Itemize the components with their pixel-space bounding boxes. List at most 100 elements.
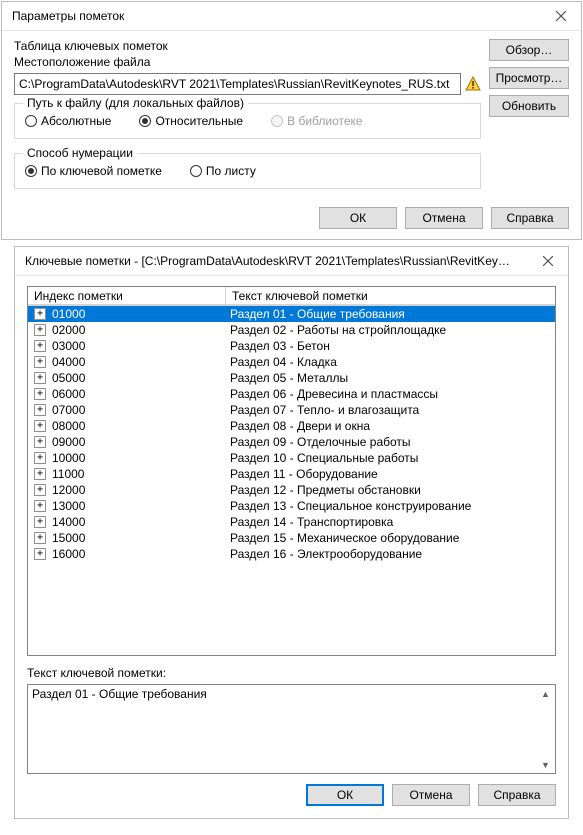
expand-icon[interactable]: + xyxy=(34,420,46,432)
keynote-code: 04000 xyxy=(50,355,85,369)
table-row[interactable]: +10000 Раздел 10 - Специальные работы xyxy=(28,450,555,466)
table-row[interactable]: +06000 Раздел 06 - Древесина и пластмассы xyxy=(28,386,555,402)
keynote-code: 02000 xyxy=(50,323,85,337)
expand-icon[interactable]: + xyxy=(34,372,46,384)
keynote-code: 01000 xyxy=(50,307,85,321)
expand-icon[interactable]: + xyxy=(34,452,46,464)
radio-library-label: В библиотеке xyxy=(287,114,362,128)
radio-absolute-label: Абсолютные xyxy=(41,114,111,128)
table-row[interactable]: +03000Раздел 03 - Бетон xyxy=(28,338,555,354)
keynote-settings-dialog: Параметры пометок Таблица ключевых помет… xyxy=(1,1,582,240)
update-button[interactable]: Обновить xyxy=(489,95,569,117)
radio-by-sheet[interactable]: По листу xyxy=(190,164,256,178)
dialog-title: Параметры пометок xyxy=(12,9,124,23)
expand-icon[interactable]: + xyxy=(34,388,46,400)
keynote-text: Раздел 08 - Двери и окна xyxy=(226,419,555,433)
keynote-text: Раздел 11 - Оборудование xyxy=(226,467,555,481)
table-row[interactable]: +01000Раздел 01 - Общие требования xyxy=(28,306,555,322)
radio-by-keynote-label: По ключевой пометке xyxy=(41,164,162,178)
dialog-content: Индекс пометки Текст ключевой пометки +0… xyxy=(15,276,568,818)
expand-icon[interactable]: + xyxy=(34,324,46,336)
keynote-code: 07000 xyxy=(50,403,85,417)
keynote-code: 12000 xyxy=(50,483,85,497)
table-row[interactable]: +09000Раздел 09 - Отделочные работы xyxy=(28,434,555,450)
titlebar: Ключевые пометки - [C:\ProgramData\Autod… xyxy=(15,247,568,276)
cancel-button[interactable]: Отмена xyxy=(405,207,483,229)
scroll-up-icon[interactable]: ▲ xyxy=(538,686,553,701)
radio-relative[interactable]: Относительные xyxy=(139,114,243,128)
expand-icon[interactable]: + xyxy=(34,548,46,560)
close-icon xyxy=(556,11,566,21)
browse-button[interactable]: Обзор… xyxy=(489,39,569,61)
keynote-text: Раздел 13 - Специальное конструирование xyxy=(226,499,555,513)
file-path-input[interactable] xyxy=(14,73,461,95)
column-text-header[interactable]: Текст ключевой пометки xyxy=(226,287,555,305)
file-path-group-label: Путь к файлу (для локальных файлов) xyxy=(23,96,248,110)
table-row[interactable]: +04000 Раздел 04 - Кладка xyxy=(28,354,555,370)
numbering-group-label: Способ нумерации xyxy=(23,146,137,160)
detail-text: Раздел 01 - Общие требования xyxy=(32,687,207,701)
ok-button[interactable]: ОК xyxy=(306,784,384,806)
tree-body[interactable]: +01000Раздел 01 - Общие требования+02000… xyxy=(28,306,555,655)
table-row[interactable]: +07000Раздел 07 - Тепло- и влагозащита xyxy=(28,402,555,418)
expand-icon[interactable]: + xyxy=(34,340,46,352)
keynote-code: 10000 xyxy=(50,451,85,465)
radio-by-sheet-label: По листу xyxy=(206,164,256,178)
keynote-text: Раздел 06 - Древесина и пластмассы xyxy=(226,387,555,401)
dialog-title: Ключевые пометки - [C:\ProgramData\Autod… xyxy=(25,254,515,268)
keynotes-browser-dialog: Ключевые пометки - [C:\ProgramData\Autod… xyxy=(14,246,569,819)
dialog-content: Таблица ключевых пометок Местоположение … xyxy=(2,31,581,199)
expand-icon[interactable]: + xyxy=(34,532,46,544)
table-row[interactable]: +15000Раздел 15 - Механическое оборудова… xyxy=(28,530,555,546)
close-button[interactable] xyxy=(528,247,568,275)
table-row[interactable]: +13000 Раздел 13 - Специальное конструиро… xyxy=(28,498,555,514)
keynote-code: 05000 xyxy=(50,371,85,385)
expand-icon[interactable]: + xyxy=(34,308,46,320)
keynote-code: 06000 xyxy=(50,387,85,401)
cancel-button[interactable]: Отмена xyxy=(392,784,470,806)
table-row[interactable]: +12000Раздел 12 - Предметы обстановки xyxy=(28,482,555,498)
keynote-code: 13000 xyxy=(50,499,85,513)
scroll-down-icon[interactable]: ▼ xyxy=(538,757,553,772)
keynote-text: Раздел 10 - Специальные работы xyxy=(226,451,555,465)
radio-library: В библиотеке xyxy=(271,114,362,128)
warning-icon xyxy=(465,76,481,92)
table-row[interactable]: +14000Раздел 14 - Транспортировка xyxy=(28,514,555,530)
table-row[interactable]: +11000 Раздел 11 - Оборудование xyxy=(28,466,555,482)
radio-absolute[interactable]: Абсолютные xyxy=(25,114,111,128)
keynote-text: Раздел 03 - Бетон xyxy=(226,339,555,353)
close-icon xyxy=(543,256,553,266)
expand-icon[interactable]: + xyxy=(34,484,46,496)
column-index-header[interactable]: Индекс пометки xyxy=(28,287,226,305)
expand-icon[interactable]: + xyxy=(34,468,46,480)
table-row[interactable]: +08000 Раздел 08 - Двери и окна xyxy=(28,418,555,434)
expand-icon[interactable]: + xyxy=(34,436,46,448)
ok-button[interactable]: ОК xyxy=(319,207,397,229)
keynote-code: 11000 xyxy=(50,467,84,481)
table-row[interactable]: +05000 Раздел 05 - Металлы xyxy=(28,370,555,386)
titlebar: Параметры пометок xyxy=(2,2,581,31)
expand-icon[interactable]: + xyxy=(34,500,46,512)
keynote-text: Раздел 04 - Кладка xyxy=(226,355,555,369)
expand-icon[interactable]: + xyxy=(34,516,46,528)
table-row[interactable]: +16000Раздел 16 - Электрооборудование xyxy=(28,546,555,562)
file-location-label: Местоположение файла xyxy=(14,55,481,69)
view-button[interactable]: Просмотр… xyxy=(489,67,569,89)
close-button[interactable] xyxy=(541,2,581,30)
keynote-code: 08000 xyxy=(50,419,85,433)
help-button[interactable]: Справка xyxy=(478,784,556,806)
dialog-footer: ОК Отмена Справка xyxy=(27,774,556,808)
keynote-table-label: Таблица ключевых пометок xyxy=(14,39,481,53)
detail-textbox[interactable]: Раздел 01 - Общие требования ▲ ▼ xyxy=(27,684,556,774)
radio-by-keynote[interactable]: По ключевой пометке xyxy=(25,164,162,178)
expand-icon[interactable]: + xyxy=(34,356,46,368)
keynote-text: Раздел 05 - Металлы xyxy=(226,371,555,385)
help-button[interactable]: Справка xyxy=(491,207,569,229)
dialog-footer: ОК Отмена Справка xyxy=(2,199,581,239)
table-row[interactable]: +02000Раздел 02 - Работы на стройплощадк… xyxy=(28,322,555,338)
keynote-tree[interactable]: Индекс пометки Текст ключевой пометки +0… xyxy=(27,286,556,656)
keynote-code: 14000 xyxy=(50,515,85,529)
detail-label: Текст ключевой пометки: xyxy=(27,666,556,680)
expand-icon[interactable]: + xyxy=(34,404,46,416)
keynote-text: Раздел 15 - Механическое оборудование xyxy=(226,531,555,545)
